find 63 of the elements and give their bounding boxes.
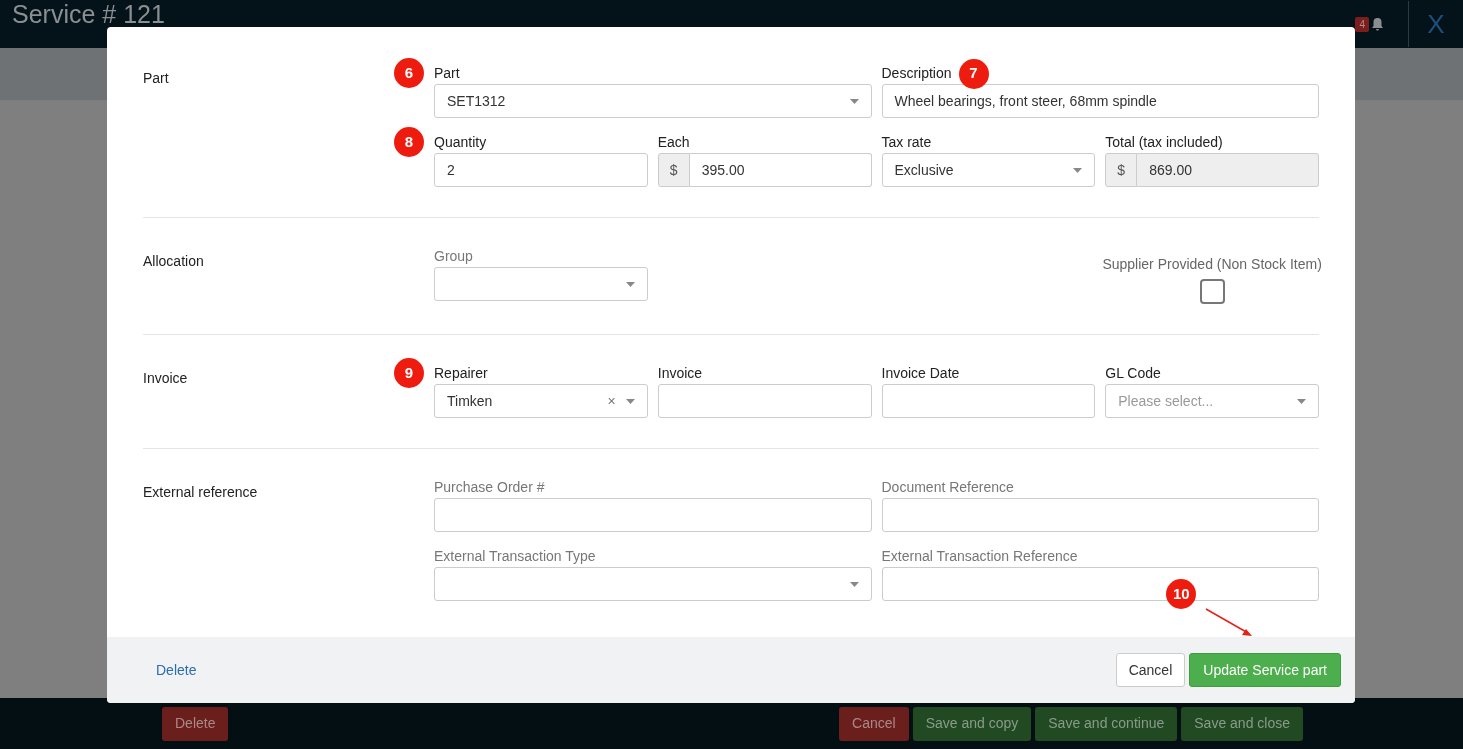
field-label: Invoice xyxy=(657,364,703,383)
select-field[interactable]: Please select... xyxy=(1105,384,1319,418)
field-label: External Transaction Type xyxy=(434,547,596,566)
select-field[interactable]: SET1312 xyxy=(434,84,872,118)
currency-input[interactable]: $ 395.00 xyxy=(657,153,872,187)
input-field[interactable]: Wheel bearings, front steer, 68mm spindle xyxy=(881,84,1319,118)
input-field[interactable] xyxy=(434,498,872,532)
field-label: Tax rate xyxy=(881,133,932,152)
caret-icon xyxy=(849,98,859,104)
notification-count: 4 xyxy=(1355,16,1369,32)
currency-addon: $ xyxy=(1105,153,1138,187)
input-field[interactable] xyxy=(881,498,1319,532)
caret-icon xyxy=(849,581,859,587)
section-label: Allocation xyxy=(143,253,204,269)
field-label: Each xyxy=(657,133,690,152)
field-label: Total (tax included) xyxy=(1105,133,1223,152)
field-label: Quantity xyxy=(434,133,487,152)
step-marker: 8 xyxy=(394,127,424,157)
select-field[interactable] xyxy=(434,267,648,301)
step-marker: 7 xyxy=(958,58,989,89)
field-label: Group xyxy=(434,247,473,266)
input-field: 869.00 xyxy=(1137,153,1319,187)
checkbox[interactable] xyxy=(1199,279,1225,304)
update-service-part-button[interactable]: Update Service part xyxy=(1189,653,1341,687)
delete-link[interactable]: Delete xyxy=(156,659,1116,681)
cancel-button[interactable]: Cancel xyxy=(1115,653,1186,687)
bar-button[interactable]: Save and continue xyxy=(1035,706,1178,741)
section-label: Part xyxy=(143,70,169,86)
currency-addon: $ xyxy=(657,153,690,187)
select-field[interactable]: Exclusive xyxy=(881,153,1096,187)
field-label: External Transaction Reference xyxy=(881,547,1078,566)
input-field[interactable]: 395.00 xyxy=(689,153,872,187)
select-field[interactable] xyxy=(434,567,872,601)
arrow xyxy=(1205,608,1253,636)
bell-icon[interactable] xyxy=(1371,17,1384,31)
step-marker: 9 xyxy=(394,358,424,388)
field-label: GL Code xyxy=(1105,364,1161,383)
bar-button[interactable]: Save and copy xyxy=(912,706,1032,741)
input-field[interactable] xyxy=(881,567,1319,601)
bar-button[interactable]: Delete xyxy=(162,706,229,741)
field-label: Document Reference xyxy=(881,478,1014,497)
step-marker: 10 xyxy=(1166,579,1197,609)
input-field[interactable] xyxy=(881,384,1096,418)
caret-icon xyxy=(1073,167,1083,173)
field-label: Repairer xyxy=(434,364,488,383)
section-label: External reference xyxy=(143,484,258,500)
caret-icon xyxy=(625,398,635,404)
field-label: Supplier Provided (Non Stock Item) xyxy=(1102,255,1322,274)
select-field[interactable]: Timken × xyxy=(434,384,648,418)
bar-button[interactable]: Cancel xyxy=(839,706,909,741)
field-label: Description xyxy=(881,64,952,83)
field-label: Invoice Date xyxy=(881,364,960,383)
caret-icon xyxy=(625,281,635,287)
input-field[interactable]: 2 xyxy=(434,153,648,187)
field-label: Purchase Order # xyxy=(434,478,545,497)
caret-icon xyxy=(1297,398,1306,404)
section-label: Invoice xyxy=(143,370,188,386)
input-field[interactable] xyxy=(657,384,872,418)
bar-button[interactable]: Save and close xyxy=(1181,706,1303,741)
page-title: Service # 121 xyxy=(12,0,165,28)
step-marker: 6 xyxy=(394,58,424,88)
clear-button[interactable]: × xyxy=(607,390,616,412)
field-label: Part xyxy=(434,64,460,83)
